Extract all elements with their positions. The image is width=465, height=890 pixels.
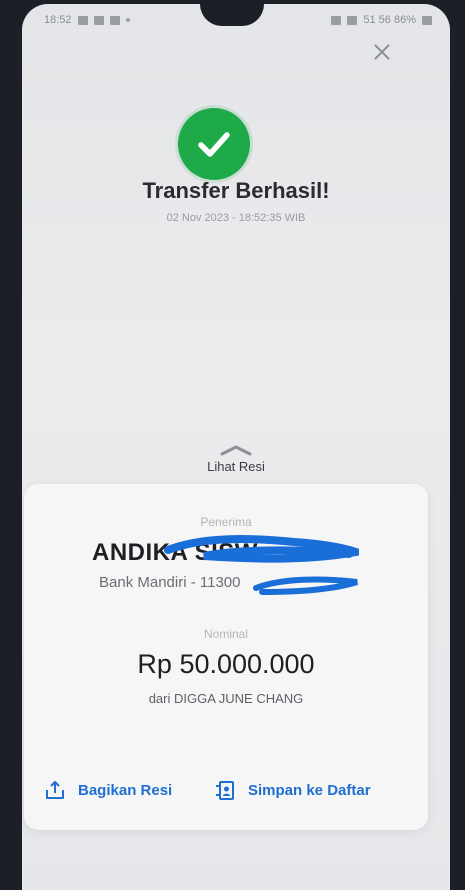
status-signal-battery: 51 56 86% xyxy=(363,14,416,26)
gallery-icon xyxy=(93,15,104,25)
check-circle-icon xyxy=(198,132,230,157)
receipt-actions: Bagikan Resi Simpan ke Daftar xyxy=(24,779,428,813)
notification-icon xyxy=(77,15,88,25)
redaction-scribble xyxy=(164,535,359,563)
screen: 18:52 51 56 86% Transfer Berhasil! 02 No… xyxy=(22,4,450,890)
recipient-label: Penerima xyxy=(200,515,252,529)
sender-line: dari DIGGA JUNE CHANG xyxy=(148,691,304,706)
bank-account-line: Bank Mandiri - 11300 xyxy=(99,574,241,591)
view-receipt-label: Lihat Resi xyxy=(207,459,265,474)
page-title: Transfer Berhasil! xyxy=(142,178,330,203)
receipt-card: Penerima ANDIKA SISW Bank Mandiri - 1130… xyxy=(24,484,428,830)
status-time: 18:52 xyxy=(44,14,72,26)
share-receipt-button[interactable]: Bagikan Resi xyxy=(44,779,172,801)
save-to-list-label: Simpan ke Daftar xyxy=(248,781,371,799)
save-to-list-button[interactable]: Simpan ke Daftar xyxy=(214,779,371,801)
close-button[interactable] xyxy=(370,40,394,64)
success-badge xyxy=(178,108,250,180)
view-receipt-toggle[interactable]: Lihat Resi xyxy=(22,444,450,476)
close-icon xyxy=(374,44,390,60)
chevron-up-icon xyxy=(220,445,252,456)
more-dot-icon xyxy=(125,18,130,22)
amount-label: Nominal xyxy=(203,627,248,641)
app-icon xyxy=(109,15,120,25)
share-icon xyxy=(46,781,64,799)
battery-icon xyxy=(422,15,432,25)
wifi-icon xyxy=(347,15,358,25)
share-receipt-label: Bagikan Resi xyxy=(78,781,173,799)
status-bar: 18:52 51 56 86% xyxy=(44,10,432,30)
contact-add-icon xyxy=(216,781,234,800)
transfer-amount: Rp 50.000.000 xyxy=(137,649,315,679)
mute-icon xyxy=(331,15,342,25)
transfer-timestamp: 02 Nov 2023 - 18:52:35 WIB xyxy=(166,212,306,224)
redaction-scribble xyxy=(253,576,358,595)
